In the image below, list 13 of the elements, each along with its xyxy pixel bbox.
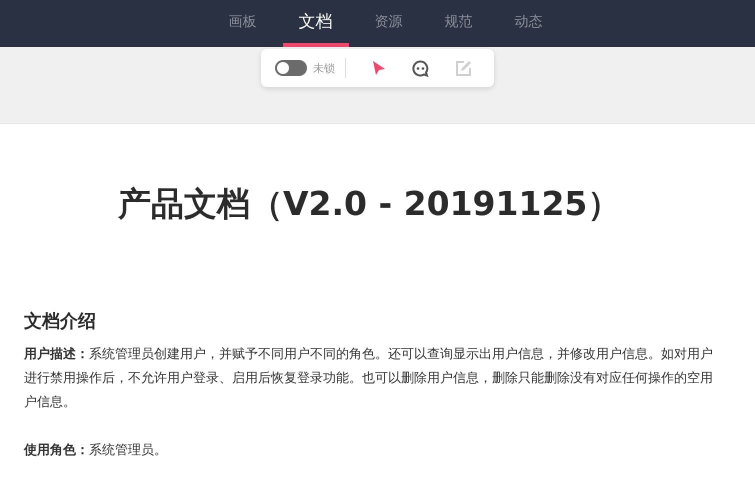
chat-bubble-icon xyxy=(412,60,429,76)
paragraph: 用户描述：系统管理员创建用户，并赋予不同用户不同的角色。还可以查询显示出用户信息，并修改用户信息。如对用户进行禁用操作后，不允许用户登录、启用后恢复登录功能。也可以删除用户信息，删除只能删除没有对应任何操作的空用户信息。 xyxy=(24,346,714,412)
nav-tab[interactable]: 资源 xyxy=(358,0,418,47)
cursor-icon xyxy=(372,60,386,76)
nav-tab[interactable]: 画板 xyxy=(212,0,272,47)
lock-label: 未锁 xyxy=(313,60,335,76)
lock-toggle[interactable] xyxy=(275,60,307,76)
section-heading: 文档介绍 xyxy=(24,310,97,333)
edit-icon xyxy=(455,60,472,76)
nav-tab[interactable]: 动态 xyxy=(498,0,558,47)
paragraph: 使用角色：系统管理员。 xyxy=(24,442,168,460)
nav-tab[interactable]: 规范 xyxy=(428,0,488,47)
document-title: 产品文档（V2.0 - 20191125） xyxy=(118,183,622,225)
